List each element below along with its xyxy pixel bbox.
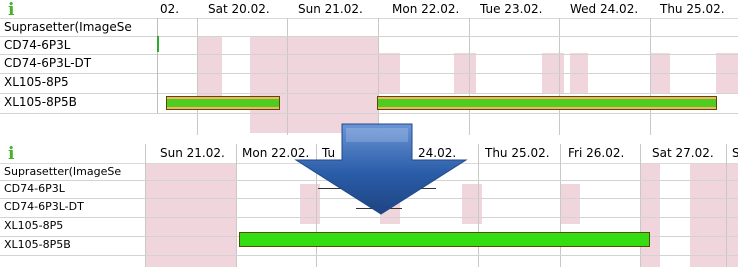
day-label: Sat 27.02. [652,146,714,160]
info-icon[interactable]: i [8,144,14,164]
row-label: CD74-6P3L-DT [4,200,84,213]
day-label: Sat 20.02. [208,2,270,16]
row-label: CD74-6P3L [4,182,65,195]
table-row[interactable]: CD74-6P3L-DT [0,54,738,74]
selection-marker [157,36,159,52]
table-row[interactable]: XL105-8P5 [0,73,738,94]
table-row[interactable]: Suprasetter(ImageSe [0,18,738,37]
day-label: Fri 26.02. [568,146,625,160]
name-column-divider [157,18,158,113]
day-label: 02. [160,2,180,16]
info-icon[interactable]: i [8,0,14,20]
day-label: Sun 21.02. [160,146,225,160]
job-bar[interactable] [239,232,650,247]
day-label: Tue 23.02. [480,2,543,16]
day-label: Thu 25.02. [485,146,550,160]
row-label: CD74-6P3L-DT [4,56,92,70]
row-label: XL105-8P5B [4,95,77,109]
top-gantt-panel: i 02. Sat 20.02. Sun 21.02. Mon 22.02. T… [0,0,738,135]
top-date-header: i 02. Sat 20.02. Sun 21.02. Mon 22.02. T… [0,0,738,20]
day-label: Mon 22.02. [392,2,460,16]
job-bar[interactable] [377,96,717,110]
day-label: S [732,146,738,160]
row-label: CD74-6P3L [4,38,71,52]
row-label: Suprasetter(ImageSe [4,20,132,34]
row-label: XL105-8P5 [4,75,69,89]
row-label: Suprasetter(ImageSe [4,165,122,178]
row-label: XL105-8P5B [4,238,71,251]
down-arrow-icon [294,123,468,215]
day-label: Sun 21.02. [298,2,363,16]
row-label: XL105-8P5 [4,219,64,232]
job-bar[interactable] [166,96,280,110]
table-row[interactable]: CD74-6P3L [0,36,738,55]
day-label: Thu 25.02. [660,2,725,16]
day-label: Wed 24.02. [570,2,639,16]
